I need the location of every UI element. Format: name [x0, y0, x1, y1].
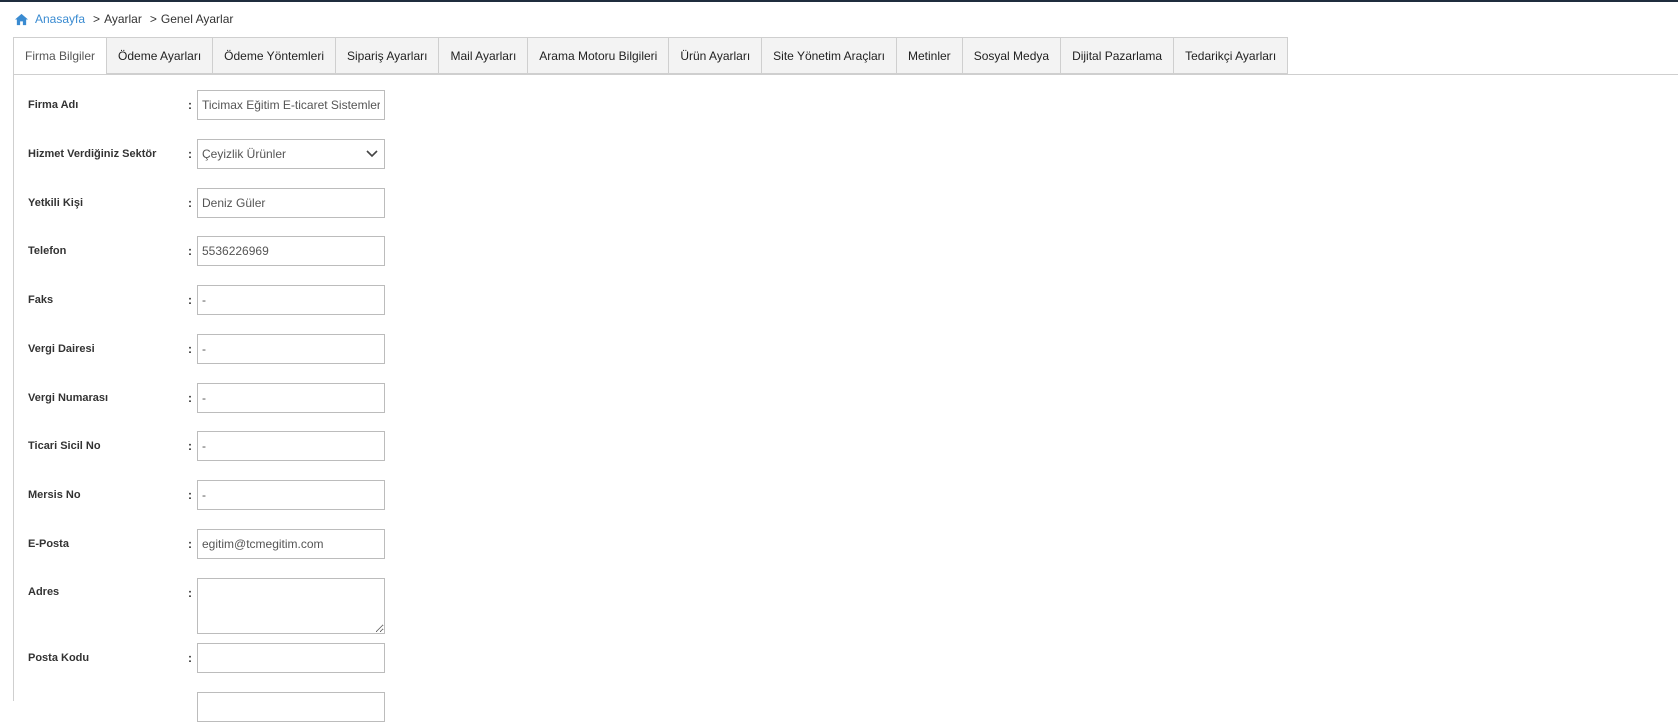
- firma-adi-input[interactable]: [197, 90, 385, 120]
- field-colon: :: [188, 147, 192, 161]
- field-colon: :: [188, 651, 192, 665]
- form-row-posta-kodu: Posta Kodu :: [28, 643, 388, 673]
- form-row-adres: Adres :: [28, 578, 388, 634]
- field-colon: :: [188, 244, 192, 258]
- field-colon: :: [188, 391, 192, 405]
- field-label: Hizmet Verdiğiniz Sektör: [28, 148, 157, 160]
- form-row-telefon: Telefon :: [28, 236, 388, 266]
- tab-urun-ayarlari[interactable]: Ürün Ayarları: [669, 37, 763, 74]
- field-colon: :: [188, 342, 192, 356]
- sektor-selected-value: Çeyizlik Ürünler: [202, 147, 287, 161]
- adres-textarea[interactable]: [197, 578, 385, 634]
- sektor-select[interactable]: Çeyizlik Ürünler: [197, 139, 385, 169]
- form-row-mersis: Mersis No :: [28, 480, 388, 510]
- form-row-vergi-dairesi: Vergi Dairesi :: [28, 334, 388, 364]
- form-row-next: [28, 692, 388, 722]
- tab-metinler[interactable]: Metinler: [897, 37, 963, 74]
- eposta-input[interactable]: [197, 529, 385, 559]
- field-label: Firma Adı: [28, 99, 79, 111]
- telefon-input[interactable]: [197, 236, 385, 266]
- chevron-down-icon: [366, 150, 378, 158]
- field-colon: :: [188, 98, 192, 112]
- top-bar: [0, 0, 1678, 2]
- field-label: E-Posta: [28, 538, 69, 550]
- settings-tabs: Firma Bilgiler Ödeme Ayarları Ödeme Yönt…: [13, 37, 1289, 75]
- faks-input[interactable]: [197, 285, 385, 315]
- field-label: Faks: [28, 294, 54, 306]
- tabs-divider: [13, 74, 1678, 75]
- tab-sosyal-medya[interactable]: Sosyal Medya: [962, 37, 1062, 74]
- tab-dijital-pazarlama[interactable]: Dijital Pazarlama: [1061, 37, 1175, 74]
- field-label: Vergi Dairesi: [28, 343, 95, 355]
- breadcrumb-home-link[interactable]: Anasayfa: [35, 12, 85, 26]
- field-colon: :: [188, 439, 192, 453]
- form-row-faks: Faks :: [28, 285, 388, 315]
- tab-siparis-ayarlari[interactable]: Sipariş Ayarları: [336, 37, 440, 74]
- form-row-ticari-sicil: Ticari Sicil No :: [28, 431, 388, 461]
- breadcrumb: Anasayfa > Ayarlar > Genel Ayarlar: [14, 11, 233, 27]
- field-label: Telefon: [28, 245, 67, 257]
- field-label: Posta Kodu: [28, 652, 90, 664]
- field-colon: :: [188, 586, 192, 600]
- breadcrumb-separator: >: [149, 12, 157, 26]
- tab-mail-ayarlari[interactable]: Mail Ayarları: [439, 37, 529, 74]
- vergi-dairesi-input[interactable]: [197, 334, 385, 364]
- field-colon: :: [188, 196, 192, 210]
- breadcrumb-separator: >: [93, 12, 101, 26]
- tab-firma-bilgiler[interactable]: Firma Bilgiler: [13, 37, 108, 75]
- field-colon: :: [188, 293, 192, 307]
- form-row-sektor: Hizmet Verdiğiniz Sektör : Çeyizlik Ürün…: [28, 139, 388, 169]
- field-label: Vergi Numarası: [28, 392, 109, 404]
- form-row-firma-adi: Firma Adı :: [28, 90, 388, 120]
- next-field-input[interactable]: [197, 692, 385, 722]
- field-colon: :: [188, 488, 192, 502]
- content-border: [13, 74, 14, 701]
- breadcrumb-item-ayarlar[interactable]: Ayarlar: [104, 12, 142, 26]
- tab-arama-motoru-bilgileri[interactable]: Arama Motoru Bilgileri: [528, 37, 670, 74]
- ticari-sicil-input[interactable]: [197, 431, 385, 461]
- tab-site-yonetim-araclari[interactable]: Site Yönetim Araçları: [762, 37, 897, 74]
- vergi-numarasi-input[interactable]: [197, 383, 385, 413]
- field-label: Adres: [28, 586, 60, 598]
- tab-tedarikci-ayarlari[interactable]: Tedarikçi Ayarları: [1174, 37, 1289, 74]
- yetkili-kisi-input[interactable]: [197, 188, 385, 218]
- field-label: Mersis No: [28, 489, 81, 501]
- home-icon[interactable]: [14, 13, 29, 26]
- mersis-input[interactable]: [197, 480, 385, 510]
- field-label: Yetkili Kişi: [28, 197, 84, 209]
- field-label: Ticari Sicil No: [28, 440, 101, 452]
- breadcrumb-item-genel-ayarlar: Genel Ayarlar: [160, 12, 234, 26]
- field-colon: :: [188, 537, 192, 551]
- tab-odeme-ayarlari[interactable]: Ödeme Ayarları: [107, 37, 214, 74]
- form-row-yetkili: Yetkili Kişi :: [28, 188, 388, 218]
- form-row-vergi-numarasi: Vergi Numarası :: [28, 383, 388, 413]
- tab-odeme-yontemleri[interactable]: Ödeme Yöntemleri: [213, 37, 336, 74]
- posta-kodu-input[interactable]: [197, 643, 385, 673]
- form-row-eposta: E-Posta :: [28, 529, 388, 559]
